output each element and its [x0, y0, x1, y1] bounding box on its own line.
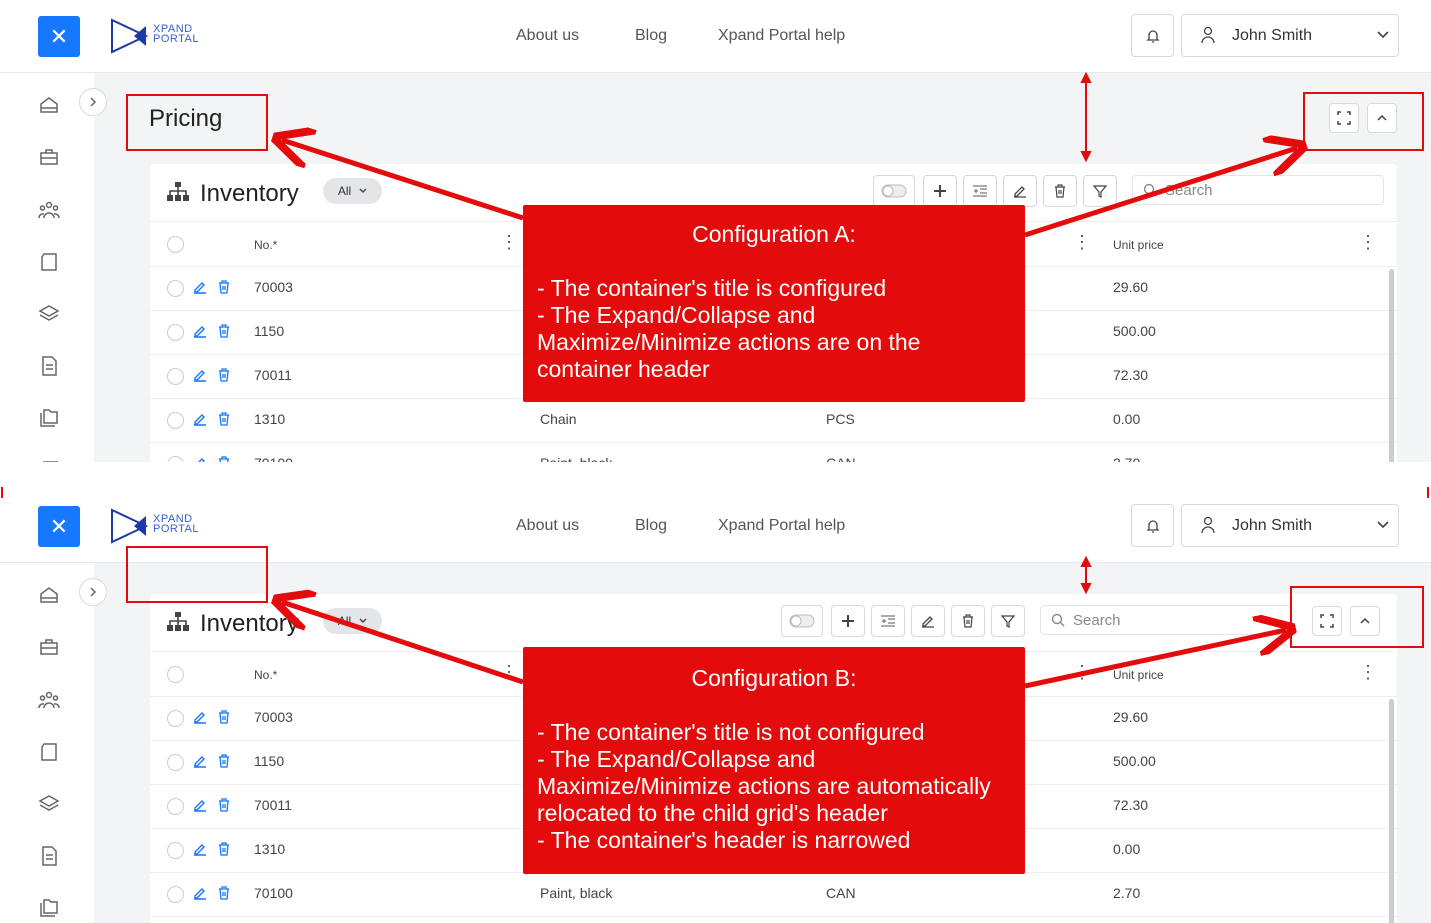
arrow-to-actions — [1024, 148, 1297, 238]
arrow-to-title — [282, 140, 524, 221]
separator-ticks — [1, 487, 1429, 498]
arrow-to-title — [282, 602, 524, 685]
header-height-indicator — [1080, 71, 1092, 595]
annotation-arrows — [1, 71, 1429, 689]
arrow-to-actions — [1024, 630, 1286, 689]
